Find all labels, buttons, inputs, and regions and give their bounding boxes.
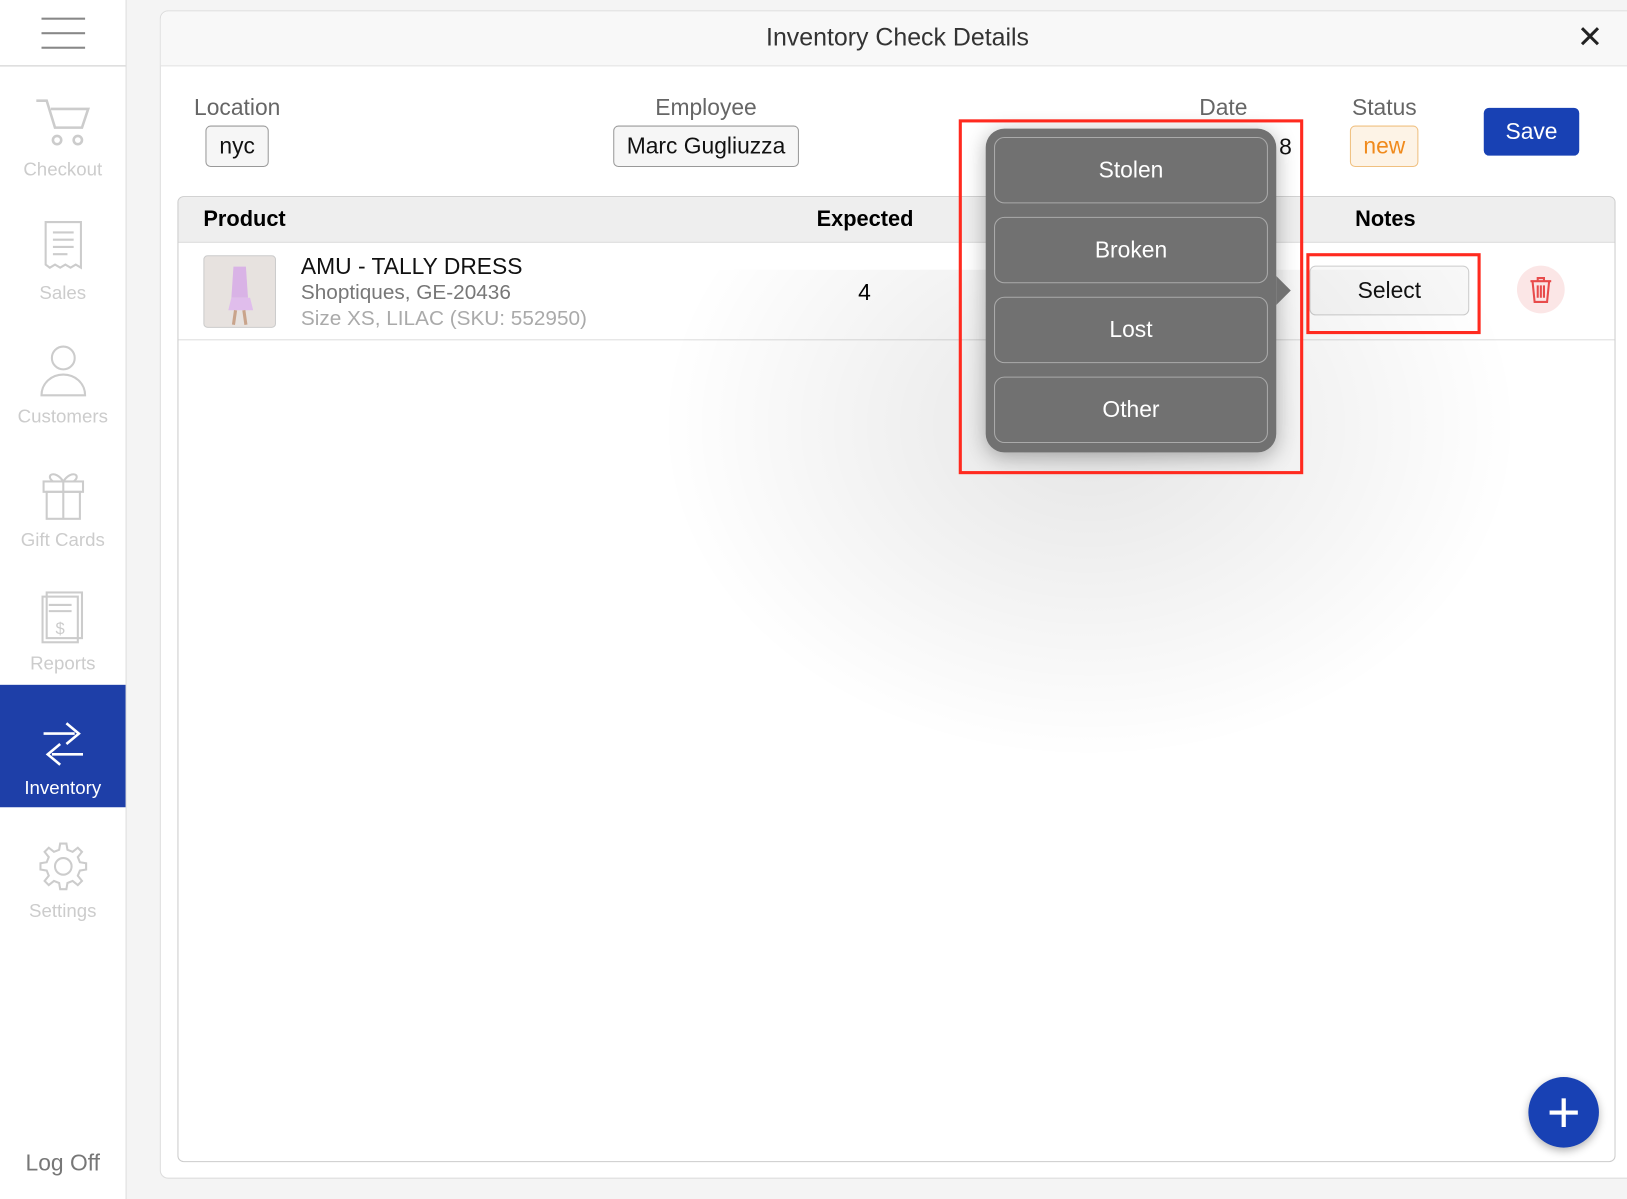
cart-icon (35, 99, 90, 146)
gift-icon (42, 473, 84, 520)
product-variant: Size XS, LILAC (SKU: 552950) (300, 307, 587, 330)
product-thumbnail (203, 255, 277, 328)
table-row[interactable]: AMU - TALLY DRESS Shoptiques, GE-20436 S… (178, 243, 1615, 341)
trash-icon (1530, 277, 1552, 303)
sidebar-item-sales[interactable]: Sales (0, 190, 126, 312)
plus-icon: + (1546, 1079, 1581, 1145)
delete-row-button[interactable] (1516, 265, 1565, 314)
dialog-title: Inventory Check Details (766, 23, 1030, 52)
option-stolen[interactable]: Stolen (994, 136, 1268, 204)
header-expected: Expected (816, 207, 914, 232)
location-field: Location nyc (194, 94, 280, 168)
status-field: Status new (1349, 94, 1419, 168)
hamburger-icon (40, 31, 85, 34)
option-lost[interactable]: Lost (994, 296, 1268, 364)
inventory-check-dialog: Inventory Check Details ✕ Location nyc E… (159, 10, 1627, 1179)
option-broken[interactable]: Broken (994, 216, 1268, 284)
person-icon (39, 345, 86, 397)
add-item-button[interactable]: + (1528, 1077, 1599, 1148)
header-notes: Notes (1355, 207, 1416, 232)
expected-quantity: 4 (858, 279, 871, 306)
employee-select[interactable]: Marc Gugliuzza (613, 125, 799, 168)
notes-select-button[interactable]: Select (1309, 265, 1470, 316)
option-other[interactable]: Other (994, 376, 1268, 444)
hamburger-menu-button[interactable] (0, 0, 126, 67)
receipt-icon (44, 221, 82, 270)
table-header: Product Expected Notes (178, 197, 1615, 243)
close-icon[interactable]: ✕ (1577, 11, 1603, 65)
report-icon: $ (40, 591, 83, 644)
product-vendor: Shoptiques, GE-20436 (300, 281, 511, 305)
sidebar-item-inventory[interactable]: Inventory (0, 684, 126, 808)
sidebar-item-customers[interactable]: Customers (0, 313, 126, 435)
svg-text:$: $ (55, 619, 64, 638)
notes-popover: Stolen Broken Lost Other (985, 128, 1291, 453)
gear-icon (38, 842, 87, 891)
log-off-button[interactable]: Log Off (0, 1150, 126, 1177)
save-button[interactable]: Save (1483, 107, 1580, 156)
location-select[interactable]: nyc (205, 125, 269, 168)
status-badge: new (1349, 125, 1419, 168)
product-table: Product Expected Notes AMU - TALLY DRESS… (177, 196, 1616, 1163)
sidebar-item-checkout[interactable]: Checkout (0, 66, 126, 188)
sidebar-item-reports[interactable]: $ Reports (0, 560, 126, 682)
header-product: Product (203, 207, 286, 232)
sidebar-item-settings[interactable]: Settings (0, 808, 126, 930)
employee-field: Employee Marc Gugliuzza (613, 94, 799, 168)
dialog-header: Inventory Check Details ✕ (160, 11, 1627, 67)
dress-image-icon (228, 266, 254, 325)
sidebar: Checkout Sales Customers Gift Cards $ Re… (0, 0, 127, 1199)
transfer-arrows-icon (43, 722, 83, 766)
sidebar-item-gift-cards[interactable]: Gift Cards (0, 437, 126, 559)
product-name: AMU - TALLY DRESS (300, 253, 523, 280)
